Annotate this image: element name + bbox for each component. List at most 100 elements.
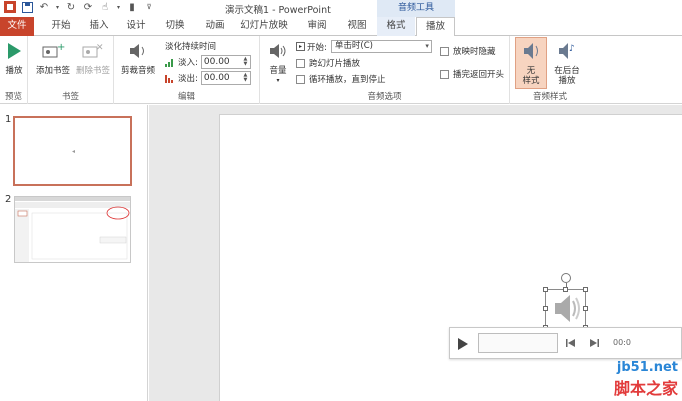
- slide-thumbnails-pane[interactable]: 1 ◂ 2: [0, 105, 148, 401]
- loop-label: 循环播放，直到停止: [309, 75, 386, 85]
- hide-label: 放映时隐藏: [453, 47, 496, 57]
- group-editing: 剪裁音频 淡化持续时间 淡入: 00.00 ▲ ▼ 淡出: 00.00 ▲ ▼ 编辑: [114, 36, 260, 104]
- fade-in-value: 00.00: [203, 57, 230, 67]
- volume-label: 音量: [269, 66, 287, 76]
- remove-bookmark-icon: ✕: [80, 38, 106, 64]
- group-audio-styles: 无 样式 ♪ 在后台 播放 音频样式: [512, 36, 588, 104]
- cross-slides-checkbox[interactable]: [296, 58, 305, 68]
- layout-icon[interactable]: ▮: [126, 1, 138, 13]
- redo-icon[interactable]: ↻: [65, 1, 77, 13]
- thumbnail-number-1: 1: [5, 114, 12, 125]
- fade-out-icon: [165, 74, 175, 83]
- from-beginning-icon[interactable]: ⟳: [82, 1, 94, 13]
- add-bookmark-button[interactable]: + 添加书签: [34, 38, 72, 76]
- svg-text:♪: ♪: [569, 44, 575, 54]
- slide-thumbnail-1[interactable]: ◂: [13, 116, 132, 186]
- fade-in-input[interactable]: 00.00 ▲ ▼: [200, 55, 251, 69]
- customize-qat-icon[interactable]: ⊽: [143, 1, 155, 13]
- fade-out-input[interactable]: 00.00 ▲ ▼: [200, 71, 251, 85]
- watermark-site-name: 脚本之家: [613, 379, 678, 398]
- undo-icon[interactable]: ↶: [38, 1, 50, 13]
- watermark-url: jb51.net: [616, 360, 678, 375]
- group-label-bookmarks: 书签: [61, 92, 79, 102]
- play-button[interactable]: 播放: [2, 38, 26, 76]
- start-label: 开始:: [307, 42, 327, 53]
- audio-tools-context-title: 音频工具: [377, 0, 455, 17]
- group-label-editing: 编辑: [177, 92, 195, 102]
- cross-slides-row[interactable]: 跨幻灯片播放: [296, 57, 360, 69]
- tab-file[interactable]: 文件: [0, 17, 34, 36]
- document-title: 演示文稿1 - PowerPoint: [225, 5, 331, 16]
- tab-review[interactable]: 审阅: [300, 17, 334, 36]
- touch-mode-icon[interactable]: ☝: [99, 1, 111, 13]
- fade-in-icon: [165, 58, 175, 67]
- app-icon: [4, 1, 16, 13]
- start-select-value: 单击时(C): [334, 41, 373, 51]
- hide-row[interactable]: 放映时隐藏: [440, 45, 496, 57]
- rotate-handle-icon[interactable]: [561, 273, 571, 283]
- watermark: jb51.net 脚本之家: [614, 360, 678, 399]
- fade-in-spinner-icon[interactable]: ▲ ▼: [242, 57, 249, 67]
- rewind-label: 播完返回开头: [453, 70, 505, 80]
- player-play-icon[interactable]: [457, 337, 469, 351]
- tab-playback[interactable]: 播放: [416, 17, 455, 37]
- player-forward-icon[interactable]: [589, 338, 599, 348]
- tab-view[interactable]: 视图: [340, 17, 374, 36]
- add-bookmark-label: 添加书签: [35, 66, 70, 76]
- tab-home[interactable]: 开始: [44, 17, 78, 36]
- ribbon: 播放 预览 + 添加书签 ✕ 删除书签 书签 剪裁音频 淡化持续时间 淡入: 0…: [0, 36, 682, 104]
- player-progress-track[interactable]: [478, 333, 558, 353]
- remove-bookmark-label: 删除书签: [75, 66, 110, 76]
- resize-handle-r[interactable]: [583, 306, 588, 311]
- rewind-checkbox[interactable]: [440, 69, 449, 79]
- fade-out-label: 淡出:: [178, 74, 198, 84]
- group-preview: 播放 预览: [0, 36, 28, 104]
- audio-object-selection[interactable]: [543, 273, 588, 330]
- resize-handle-l[interactable]: [543, 306, 548, 311]
- play-label: 播放: [5, 66, 23, 76]
- loop-checkbox[interactable]: [296, 74, 305, 84]
- fade-out-spinner-icon[interactable]: ▲ ▼: [242, 73, 249, 83]
- player-back-icon[interactable]: [566, 338, 576, 348]
- trim-audio-button[interactable]: 剪裁音频: [118, 38, 158, 76]
- volume-button[interactable]: 音量 ▾: [264, 38, 292, 86]
- start-select[interactable]: 单击时(C) ▾: [330, 40, 432, 53]
- thumbnail-2-screenshot-preview: [15, 197, 130, 262]
- add-bookmark-icon: +: [40, 38, 66, 64]
- resize-handle-t[interactable]: [563, 287, 568, 292]
- slide-thumbnail-2[interactable]: [14, 196, 131, 263]
- no-style-icon: [518, 38, 544, 64]
- tab-insert[interactable]: 插入: [82, 17, 116, 36]
- fade-in-row: 淡入: 00.00 ▲ ▼: [165, 55, 251, 69]
- group-label-audio-options: 音频选项: [367, 92, 402, 102]
- play-in-background-label: 在后台 播放: [554, 66, 580, 86]
- tab-slideshow[interactable]: 幻灯片放映: [234, 17, 294, 36]
- resize-handle-tr[interactable]: [583, 287, 588, 292]
- title-bar: ↶ ▾ ↻ ⟳ ☝ ▾ ▮ ⊽ 演示文稿1 - PowerPoint 音频工具: [0, 0, 682, 17]
- undo-dropdown-icon[interactable]: ▾: [55, 1, 60, 13]
- loop-row[interactable]: 循环播放，直到停止: [296, 73, 386, 85]
- touch-dropdown-icon[interactable]: ▾: [116, 1, 121, 13]
- remove-bookmark-button[interactable]: ✕ 删除书签: [74, 38, 112, 76]
- rewind-row[interactable]: 播完返回开头: [440, 68, 504, 80]
- trim-audio-icon: [125, 38, 151, 64]
- start-dropdown-icon: ▾: [425, 42, 429, 50]
- fade-in-label: 淡入:: [178, 58, 198, 68]
- play-in-background-button[interactable]: ♪ 在后台 播放: [549, 38, 585, 86]
- audio-speaker-icon: [555, 295, 580, 322]
- resize-handle-tl[interactable]: [543, 287, 548, 292]
- group-audio-options: 音量 ▾ ▸ 开始: 单击时(C) ▾ 跨幻灯片播放 循环播放，直到停止 放映时…: [260, 36, 510, 104]
- tab-format[interactable]: 格式: [377, 17, 415, 36]
- audio-player-bar: 00:0: [449, 327, 682, 359]
- hide-checkbox[interactable]: [440, 46, 449, 56]
- save-icon[interactable]: [21, 1, 33, 13]
- tab-transitions[interactable]: 切换: [157, 17, 193, 36]
- start-row: ▸ 开始: 单击时(C) ▾: [296, 40, 432, 53]
- ribbon-tabs: 文件 开始 插入 设计 切换 动画 幻灯片放映 审阅 视图 格式 播放: [0, 17, 682, 37]
- tab-design[interactable]: 设计: [119, 17, 153, 36]
- no-style-label: 无 样式: [522, 66, 540, 86]
- tab-animations[interactable]: 动画: [197, 17, 233, 36]
- volume-icon: [265, 38, 291, 64]
- no-style-button[interactable]: 无 样式: [515, 37, 547, 89]
- thumbnail-audio-icon: ◂: [72, 148, 76, 155]
